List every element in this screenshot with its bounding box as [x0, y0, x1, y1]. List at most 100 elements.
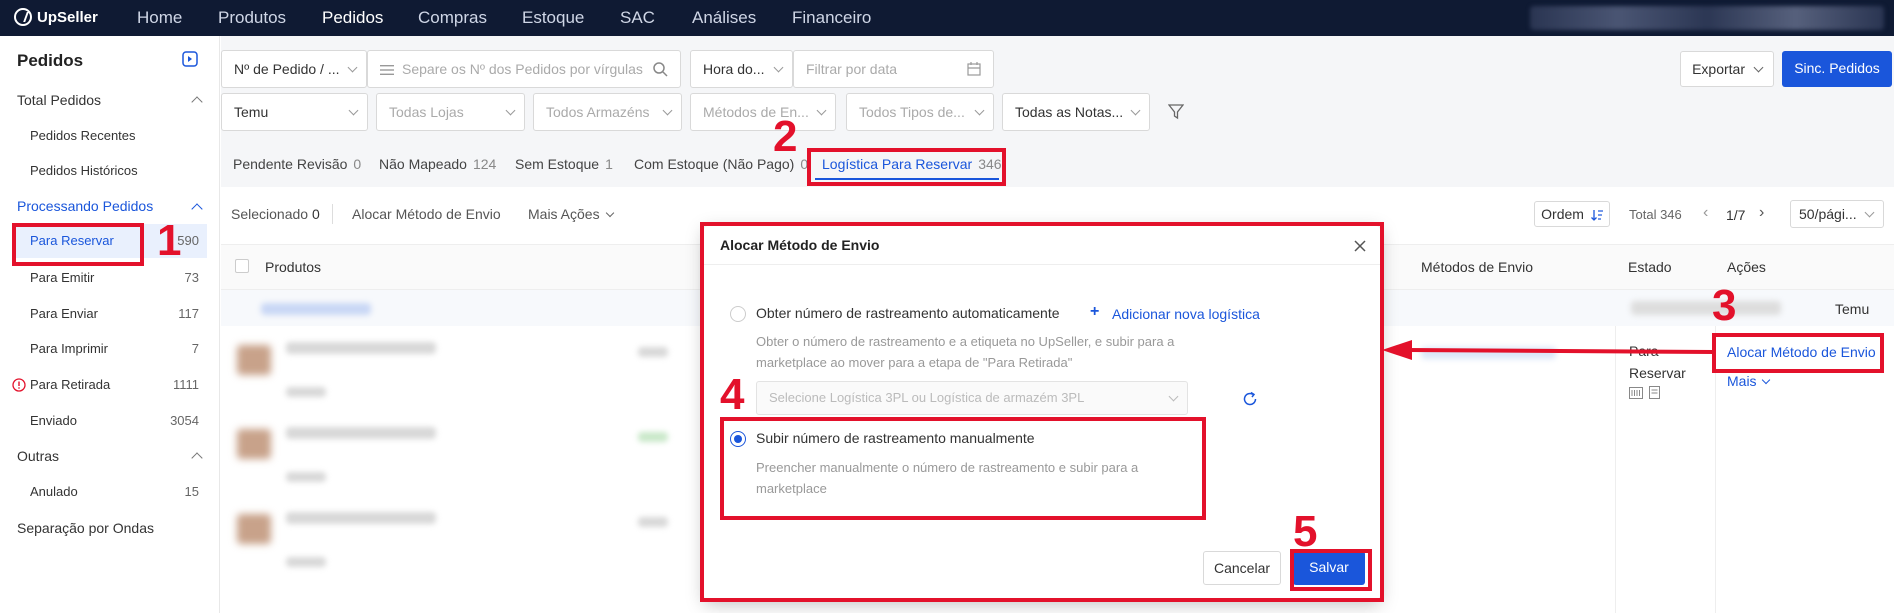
- annotation-box-2: [807, 148, 1006, 186]
- time-type-select[interactable]: Hora do...: [690, 50, 793, 88]
- app-logo[interactable]: UpSeller: [14, 8, 98, 26]
- nav-sac[interactable]: SAC: [620, 8, 655, 28]
- sidebar-item-pedidos-historicos[interactable]: Pedidos Históricos: [30, 163, 138, 178]
- chevron-up-icon[interactable]: [191, 452, 203, 464]
- date-filter-input[interactable]: Filtrar por data: [793, 50, 994, 88]
- product-name: [286, 512, 436, 524]
- product-sku: [286, 557, 326, 567]
- document-icon: [1649, 386, 1660, 399]
- sidebar-title: Pedidos: [17, 51, 84, 70]
- product-thumbnail: [237, 345, 271, 375]
- chevron-up-icon[interactable]: [191, 203, 203, 215]
- more-link[interactable]: Mais: [1727, 373, 1771, 389]
- chevron-down-icon: [606, 208, 615, 218]
- order-number-link[interactable]: [261, 303, 371, 315]
- chevron-down-icon: [347, 62, 358, 73]
- col-acoes: Ações: [1727, 259, 1766, 275]
- stores-select[interactable]: Todas Lojas: [376, 93, 525, 131]
- filter-icon[interactable]: [1168, 104, 1184, 120]
- order-meta: [1631, 301, 1781, 315]
- col-produtos: Produtos: [265, 259, 322, 275]
- shipping-methods-select[interactable]: Métodos de En...: [690, 93, 836, 131]
- search-icon[interactable]: [653, 62, 668, 77]
- col-estado: Estado: [1628, 259, 1672, 275]
- chevron-down-icon: [662, 105, 673, 116]
- types-select[interactable]: Todos Tipos de...: [846, 93, 994, 131]
- sidebar-item-para-enviar[interactable]: Para Enviar: [30, 306, 98, 321]
- sidebar-item-count: 7: [191, 341, 199, 356]
- sidebar-item-count: 15: [184, 484, 199, 499]
- bulk-allocate-shipping-button[interactable]: Alocar Método de Envio: [352, 206, 501, 222]
- prev-page-icon[interactable]: ‹: [1703, 204, 1708, 222]
- export-button[interactable]: Exportar: [1680, 51, 1774, 87]
- upseller-logo-icon: [14, 8, 32, 26]
- page-size-select[interactable]: 50/pági...: [1790, 200, 1884, 228]
- list-icon: [380, 65, 394, 76]
- sidebar-group-outras[interactable]: Outras: [17, 448, 59, 464]
- sidebar-group-total-pedidos[interactable]: Total Pedidos: [17, 92, 101, 108]
- order-search-input[interactable]: Separe os Nº dos Pedidos por vírgulas: [367, 50, 681, 88]
- sidebar-item-count: 117: [178, 306, 199, 321]
- sidebar-item-para-retirada[interactable]: Para Retirada: [30, 377, 110, 392]
- collapse-sidebar-icon[interactable]: [182, 51, 198, 67]
- sidebar-item-count: 3054: [170, 413, 199, 428]
- tab-sem-estoque[interactable]: Sem Estoque 1: [515, 156, 613, 172]
- product-thumbnail: [237, 514, 271, 544]
- sidebar-group-processando[interactable]: Processando Pedidos: [17, 198, 153, 214]
- chevron-down-icon: [773, 62, 784, 73]
- nav-analises[interactable]: Análises: [692, 8, 756, 28]
- user-account-area[interactable]: [1530, 6, 1884, 30]
- chevron-down-icon: [348, 105, 359, 116]
- top-navigation-bar: UpSeller Home Produtos Pedidos Compras E…: [0, 0, 1894, 36]
- sort-order-button[interactable]: Ordem: [1534, 201, 1610, 227]
- annotation-box-3: [1712, 333, 1884, 373]
- product-qty: [638, 347, 668, 357]
- nav-pedidos[interactable]: Pedidos: [322, 8, 383, 28]
- product-name: [286, 427, 436, 439]
- calendar-icon[interactable]: [967, 62, 981, 76]
- store-name: Temu: [1835, 301, 1870, 317]
- annotation-box-4: [720, 417, 1206, 520]
- nav-estoque[interactable]: Estoque: [522, 8, 584, 28]
- chevron-up-icon[interactable]: [191, 96, 203, 108]
- chevron-down-icon: [1864, 207, 1875, 218]
- product-thumbnail: [237, 429, 271, 459]
- sidebar-item-count: 1111: [172, 377, 199, 392]
- selected-count: Selecionado 0: [231, 206, 320, 222]
- divider: [332, 204, 333, 224]
- warehouses-select[interactable]: Todos Armazéns: [533, 93, 682, 131]
- chevron-down-icon: [1753, 62, 1764, 73]
- chevron-down-icon: [974, 105, 985, 116]
- sidebar-item-pedidos-recentes[interactable]: Pedidos Recentes: [30, 128, 136, 143]
- total-count: Total 346: [1629, 207, 1682, 222]
- nav-produtos[interactable]: Produtos: [218, 8, 286, 28]
- chevron-down-icon: [505, 105, 516, 116]
- sidebar-item-enviado[interactable]: Enviado: [30, 413, 77, 428]
- page-indicator: 1/7: [1726, 207, 1746, 223]
- nav-compras[interactable]: Compras: [418, 8, 487, 28]
- sync-orders-button[interactable]: Sinc. Pedidos: [1782, 51, 1892, 87]
- product-sku: [286, 387, 326, 397]
- order-number-type-select[interactable]: Nº de Pedido / ...: [221, 50, 367, 88]
- sidebar-item-separacao-ondas[interactable]: Separação por Ondas: [17, 520, 154, 536]
- chevron-down-icon: [816, 105, 827, 116]
- select-all-checkbox[interactable]: [235, 259, 249, 273]
- sidebar-item-count: 73: [184, 270, 199, 285]
- more-actions-dropdown[interactable]: Mais Ações: [528, 206, 615, 222]
- annotation-box-5: [1290, 549, 1372, 591]
- annotation-number-4: 4: [720, 370, 745, 419]
- sort-icon: [1590, 210, 1603, 222]
- sidebar-item-para-imprimir[interactable]: Para Imprimir: [30, 341, 108, 356]
- sidebar-item-para-emitir[interactable]: Para Emitir: [30, 270, 94, 285]
- next-page-icon[interactable]: ›: [1759, 204, 1764, 222]
- nav-financeiro[interactable]: Financeiro: [792, 8, 871, 28]
- tab-pendente-revisao[interactable]: Pendente Revisão 0: [233, 156, 361, 172]
- sidebar-item-anulado[interactable]: Anulado: [30, 484, 78, 499]
- warning-icon: [12, 378, 26, 392]
- notes-select[interactable]: Todas as Notas...: [1002, 93, 1150, 131]
- sidebar: Pedidos Total Pedidos Pedidos Recentes P…: [0, 36, 220, 613]
- tab-nao-mapeado[interactable]: Não Mapeado 124: [379, 156, 496, 172]
- platform-select[interactable]: Temu: [221, 93, 368, 131]
- app-name: UpSeller: [37, 8, 98, 26]
- nav-home[interactable]: Home: [137, 8, 182, 28]
